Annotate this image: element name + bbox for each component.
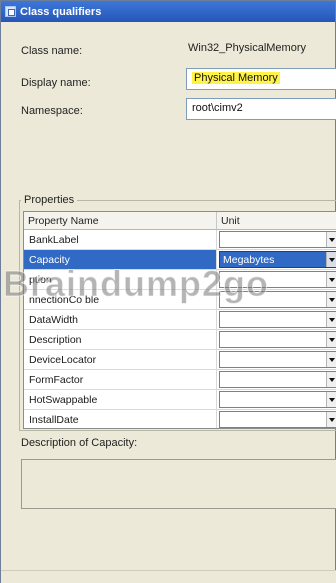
unit-cell: Megabytes <box>217 250 336 269</box>
namespace-value: root\cimv2 <box>192 102 243 114</box>
class-name-label: Class name: <box>21 45 83 57</box>
property-row[interactable]: HotSwappable <box>24 390 336 410</box>
property-row[interactable]: Description <box>24 330 336 350</box>
property-row[interactable]: DeviceLocator <box>24 350 336 370</box>
unit-cell <box>217 310 336 329</box>
property-row[interactable]: DataWidth <box>24 310 336 330</box>
window-title: Class qualifiers <box>20 5 102 18</box>
unit-cell <box>217 350 336 369</box>
unit-dropdown[interactable] <box>219 371 336 388</box>
namespace-label: Namespace: <box>21 105 83 117</box>
property-name-cell[interactable]: Capacity <box>24 250 217 269</box>
window-icon <box>5 6 16 17</box>
unit-dropdown[interactable] <box>219 231 336 248</box>
property-name-cell[interactable]: HotSwappable <box>24 390 217 409</box>
namespace-field[interactable]: root\cimv2 <box>186 98 336 120</box>
unit-dropdown[interactable] <box>219 351 336 368</box>
unit-cell <box>217 330 336 349</box>
grid-body: BankLabel Capacity Megabytes ption nnectionC… <box>24 230 336 428</box>
unit-dropdown[interactable] <box>219 311 336 328</box>
description-box[interactable] <box>21 459 336 509</box>
unit-cell <box>217 410 336 428</box>
property-name-cell[interactable]: DeviceLocator <box>24 350 217 369</box>
class-name-value: Win32_PhysicalMemory <box>188 42 306 54</box>
dropdown-arrow-icon[interactable] <box>326 232 336 247</box>
title-bar: Class qualifiers <box>1 1 335 22</box>
dropdown-arrow-icon[interactable] <box>326 372 336 387</box>
property-name-cell[interactable]: Description <box>24 330 217 349</box>
display-name-label: Display name: <box>21 77 91 89</box>
display-name-value: Physical Memory <box>192 72 280 84</box>
unit-cell <box>217 370 336 389</box>
dropdown-arrow-icon[interactable] <box>326 272 336 287</box>
property-name-cell[interactable]: BankLabel <box>24 230 217 249</box>
property-row[interactable]: BankLabel <box>24 230 336 250</box>
unit-dropdown[interactable] <box>219 391 336 408</box>
properties-group-label: Properties <box>21 194 78 206</box>
unit-dropdown[interactable] <box>219 411 336 428</box>
unit-cell <box>217 390 336 409</box>
property-name-cell[interactable]: ption <box>24 270 217 289</box>
property-row[interactable]: FormFactor <box>24 370 336 390</box>
property-row[interactable]: Capacity Megabytes <box>24 250 336 270</box>
property-name-cell[interactable]: InstallDate <box>24 410 217 428</box>
unit-dropdown[interactable] <box>219 271 336 288</box>
properties-grid[interactable]: Property Name Unit BankLabel Capacity Mega… <box>23 211 336 429</box>
column-header-property-name[interactable]: Property Name <box>24 212 217 229</box>
property-row[interactable]: nnectionCo ble <box>24 290 336 310</box>
dropdown-arrow-icon[interactable] <box>326 352 336 367</box>
unit-value: Megabytes <box>223 254 275 266</box>
property-name-cell[interactable]: nnectionCo ble <box>24 290 217 309</box>
dropdown-arrow-icon[interactable] <box>326 312 336 327</box>
dropdown-arrow-icon[interactable] <box>326 412 336 427</box>
unit-dropdown[interactable] <box>219 291 336 308</box>
grid-header: Property Name Unit <box>24 212 336 230</box>
unit-dropdown[interactable]: Megabytes <box>219 251 336 268</box>
description-label: Description of Capacity: <box>21 437 138 449</box>
unit-cell <box>217 290 336 309</box>
property-row[interactable]: ption <box>24 270 336 290</box>
dropdown-arrow-icon[interactable] <box>326 332 336 347</box>
display-name-field[interactable]: Physical Memory <box>186 68 336 90</box>
unit-cell <box>217 230 336 249</box>
class-qualifiers-dialog: Class qualifiers Class name: Win32_Physi… <box>0 0 336 583</box>
unit-cell <box>217 270 336 289</box>
dialog-footer <box>1 570 336 583</box>
column-header-unit[interactable]: Unit <box>217 212 336 229</box>
property-name-cell[interactable]: FormFactor <box>24 370 217 389</box>
dropdown-arrow-icon[interactable] <box>326 392 336 407</box>
property-row[interactable]: InstallDate <box>24 410 336 428</box>
dropdown-arrow-icon[interactable] <box>326 292 336 307</box>
property-name-cell[interactable]: DataWidth <box>24 310 217 329</box>
dropdown-arrow-icon[interactable] <box>326 252 336 267</box>
unit-dropdown[interactable] <box>219 331 336 348</box>
